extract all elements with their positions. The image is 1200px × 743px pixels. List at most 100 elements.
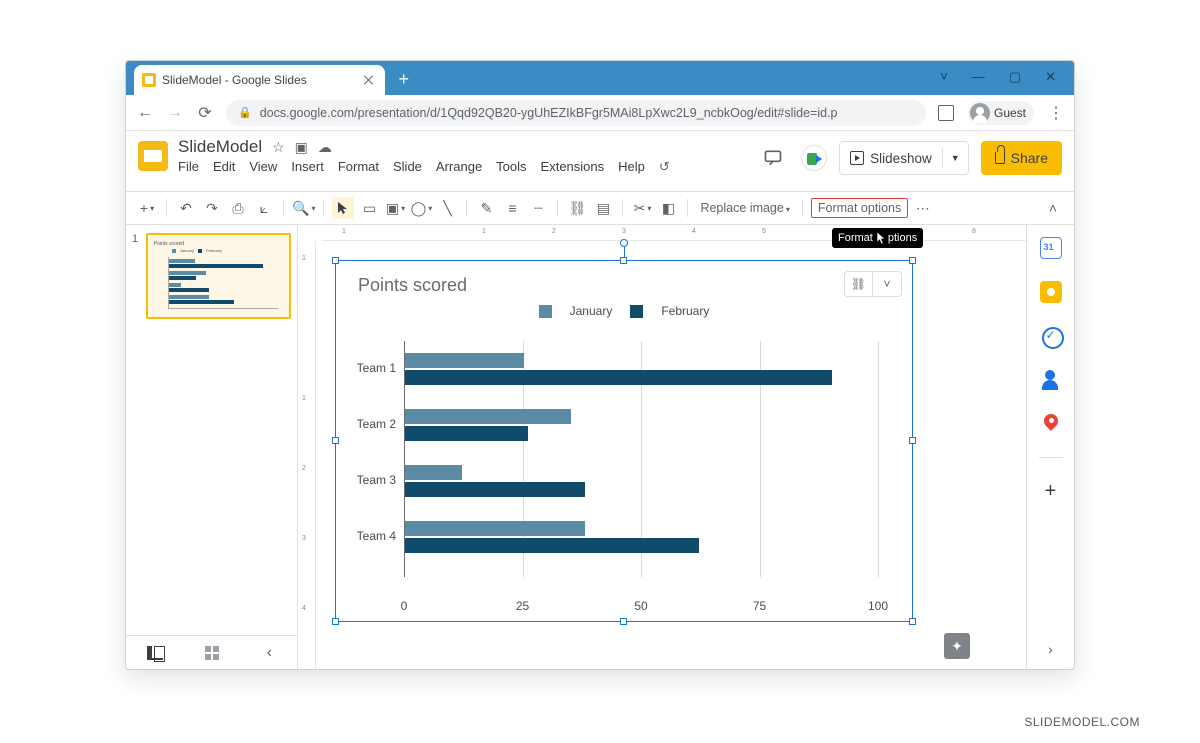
slideshow-button[interactable]: Slideshow ▼ (839, 141, 968, 175)
menu-insert[interactable]: Insert (291, 159, 324, 175)
browser-window: SlideModel - Google Slides + ˅ — ▢ ✕ ← →… (125, 60, 1075, 670)
cursor-icon (875, 231, 886, 245)
address-bar[interactable]: 🔒 docs.google.com/presentation/d/1Qqd92Q… (226, 100, 926, 126)
contacts-icon[interactable] (1040, 369, 1062, 391)
slide-thumbnail-1[interactable]: Points scored JanuaryFebruary (146, 233, 291, 319)
undo-icon[interactable]: ↶ (175, 197, 197, 219)
rotation-handle[interactable] (620, 239, 628, 247)
link-icon[interactable]: ⛓ (566, 197, 588, 219)
tooltip-text-right: ptions (888, 232, 917, 244)
collapse-toolbar-icon[interactable]: ˄ (1042, 197, 1064, 219)
hide-side-panel-icon[interactable]: › (1048, 641, 1053, 657)
get-addons-icon[interactable]: + (1040, 480, 1062, 502)
menu-bar: File Edit View Insert Format Slide Arran… (178, 159, 670, 175)
document-title[interactable]: SlideModel (178, 137, 262, 157)
resize-handle[interactable] (332, 257, 339, 264)
nav-forward-icon[interactable]: → (166, 104, 184, 122)
star-icon[interactable]: ☆ (272, 139, 285, 156)
cloud-saved-icon: ☁ (318, 139, 332, 156)
image-icon[interactable]: ▣ (384, 197, 406, 219)
nav-back-icon[interactable]: ← (136, 104, 154, 122)
keep-icon[interactable] (1040, 281, 1062, 303)
collapse-filmstrip-icon[interactable]: ‹ (254, 643, 284, 663)
profile-label: Guest (994, 106, 1026, 120)
tooltip-text-left: Format (838, 232, 873, 244)
tooltip: Format ptions (832, 228, 923, 248)
border-weight-icon[interactable]: ≡ (501, 197, 523, 219)
paint-format-icon[interactable]: ⟀ (253, 197, 275, 219)
redo-icon[interactable]: ↷ (201, 197, 223, 219)
window-controls: ˅ — ▢ ✕ (940, 69, 1074, 95)
slides-favicon (142, 73, 156, 87)
replace-image-button[interactable]: Replace image (696, 201, 793, 215)
new-slide-button[interactable]: + (136, 197, 158, 219)
nav-reload-icon[interactable]: ⟳ (196, 103, 214, 123)
menu-arrange[interactable]: Arrange (436, 159, 482, 175)
window-maximize-icon[interactable]: ▢ (1009, 69, 1021, 85)
more-icon[interactable]: ⋯ (912, 197, 934, 219)
resize-handle[interactable] (620, 257, 627, 264)
explore-button[interactable]: ✦ (944, 633, 970, 659)
lock-icon (995, 152, 1005, 164)
chevron-down-icon[interactable]: ˅ (940, 69, 948, 85)
crop-icon[interactable]: ✂ (631, 197, 653, 219)
textbox-icon[interactable]: ▭ (358, 197, 380, 219)
menu-edit[interactable]: Edit (213, 159, 235, 175)
resize-handle[interactable] (909, 437, 916, 444)
menu-format[interactable]: Format (338, 159, 379, 175)
menu-view[interactable]: View (249, 159, 277, 175)
tasks-icon[interactable] (1040, 325, 1062, 347)
slide-number: 1 (132, 233, 142, 245)
last-edit-icon[interactable]: ↺ (659, 159, 670, 175)
maps-icon[interactable] (1040, 413, 1062, 435)
resize-handle[interactable] (332, 618, 339, 625)
move-folder-icon[interactable]: ▣ (295, 139, 308, 156)
resize-handle[interactable] (332, 437, 339, 444)
comments-icon[interactable] (757, 142, 789, 174)
new-tab-button[interactable]: + (393, 69, 415, 91)
close-tab-icon[interactable] (363, 74, 375, 86)
print-icon[interactable]: ⎙ (227, 197, 249, 219)
slides-logo[interactable] (138, 137, 170, 177)
window-minimize-icon[interactable]: — (972, 69, 985, 85)
grid-view-icon[interactable] (197, 643, 227, 663)
menu-extensions[interactable]: Extensions (541, 159, 605, 175)
resize-handle[interactable] (620, 618, 627, 625)
menu-slide[interactable]: Slide (393, 159, 422, 175)
chart-plot-area: Team 1Team 2Team 3Team 4 (404, 341, 878, 577)
slide-canvas[interactable]: ⛓ ˅ Points scored JanuaryFebruary Team 1… (336, 261, 912, 621)
resize-handle[interactable] (909, 257, 916, 264)
chrome-menu-icon[interactable]: ⋮ (1048, 103, 1064, 123)
select-tool-icon[interactable] (332, 197, 354, 219)
extensions-icon[interactable] (938, 105, 954, 121)
meet-icon[interactable] (801, 145, 827, 171)
browser-tab[interactable]: SlideModel - Google Slides (134, 65, 385, 95)
menu-file[interactable]: File (178, 159, 199, 175)
linked-chart-link-icon[interactable]: ⛓ (845, 272, 873, 296)
linked-chart-controls: ⛓ ˅ (844, 271, 902, 297)
line-icon[interactable]: ╲ (436, 197, 458, 219)
shape-icon[interactable]: ◯ (410, 197, 432, 219)
resize-handle[interactable] (909, 618, 916, 625)
border-dash-icon[interactable]: ┄ (527, 197, 549, 219)
format-options-button[interactable]: Format options (811, 198, 908, 218)
filmstrip-view-icon[interactable] (140, 643, 170, 663)
slide-canvas-area: 112345678 11234 ⛓ ˅ Points scored (298, 225, 1026, 669)
browser-toolbar: ← → ⟳ 🔒 docs.google.com/presentation/d/1… (126, 95, 1074, 131)
share-label: Share (1011, 150, 1048, 166)
calendar-icon[interactable] (1040, 237, 1062, 259)
window-close-icon[interactable]: ✕ (1045, 69, 1056, 85)
border-color-icon[interactable]: ✎ (475, 197, 497, 219)
tab-strip: SlideModel - Google Slides + ˅ — ▢ ✕ (126, 61, 1074, 95)
share-button[interactable]: Share (981, 141, 1062, 175)
tab-title: SlideModel - Google Slides (162, 73, 307, 87)
comment-icon[interactable]: ▤ (592, 197, 614, 219)
profile-badge[interactable]: Guest (968, 101, 1034, 125)
menu-help[interactable]: Help (618, 159, 645, 175)
docs-header: SlideModel ☆ ▣ ☁ File Edit View Insert F… (126, 131, 1074, 191)
menu-tools[interactable]: Tools (496, 159, 526, 175)
zoom-icon[interactable]: 🔍 (292, 197, 315, 219)
mask-icon[interactable]: ◧ (657, 197, 679, 219)
work-area: 1 Points scored JanuaryFebruary ‹ 112345… (126, 225, 1074, 669)
linked-chart-menu-icon[interactable]: ˅ (873, 272, 901, 296)
